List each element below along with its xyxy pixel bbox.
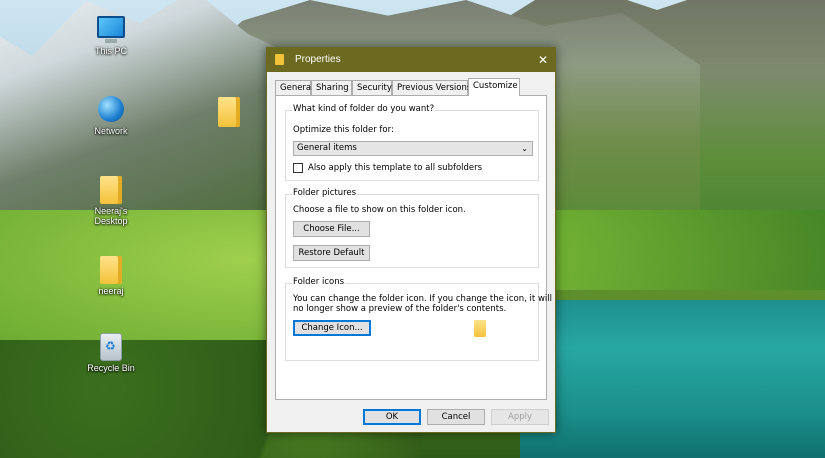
optimize-select[interactable]: General items ⌄ xyxy=(293,141,533,156)
ok-button[interactable]: OK xyxy=(363,409,421,425)
folder-icon xyxy=(275,54,284,65)
apply-button[interactable]: Apply xyxy=(491,409,549,425)
folder-icons-description-line2: no longer show a preview of the folder's… xyxy=(293,304,507,314)
group-legend: Folder icons xyxy=(292,277,346,287)
optimize-label: Optimize this folder for: xyxy=(293,125,394,135)
customize-panel: What kind of folder do you want? Optimiz… xyxy=(275,95,552,400)
optimize-selected-value: General items xyxy=(297,143,357,153)
folder-type-group: What kind of folder do you want? Optimiz… xyxy=(285,104,539,181)
desktop-icon-label: Recycle Bin xyxy=(87,363,135,373)
group-legend: Folder pictures xyxy=(292,188,358,198)
apply-subfolders-label: Also apply this template to all subfolde… xyxy=(308,163,483,173)
chevron-down-icon: ⌄ xyxy=(521,144,528,153)
folder-icons-group: Folder icons You can change the folder i… xyxy=(285,277,552,361)
cancel-button[interactable]: Cancel xyxy=(427,409,485,425)
group-legend: What kind of folder do you want? xyxy=(292,104,436,114)
tab-sharing[interactable]: Sharing xyxy=(311,80,352,95)
desktop-icon-label: neeraj xyxy=(98,286,124,296)
desktop-icon-label: This PC xyxy=(94,46,127,56)
desktop-icon-network[interactable]: Network xyxy=(83,96,139,136)
restore-default-button[interactable]: Restore Default xyxy=(293,245,370,261)
close-icon[interactable]: ✕ xyxy=(531,48,555,72)
folder-icon xyxy=(97,176,125,204)
desktop-icon-recycle-bin[interactable]: Recycle Bin xyxy=(83,333,139,373)
desktop-icon-label: Network xyxy=(94,126,128,136)
folder-icon[interactable] xyxy=(218,97,240,127)
title-bar[interactable]: Properties ✕ xyxy=(267,48,555,72)
folder-pictures-description: Choose a file to show on this folder ico… xyxy=(293,205,466,215)
apply-subfolders-checkbox[interactable] xyxy=(293,163,303,173)
choose-file-button[interactable]: Choose File... xyxy=(293,221,370,237)
user-folder-icon xyxy=(97,256,125,284)
folder-preview-icon xyxy=(474,320,486,337)
desktop-icon-neeraj-desktop[interactable]: Neeraj's Desktop xyxy=(83,176,139,226)
tab-security[interactable]: Security xyxy=(352,80,392,95)
desktop-icon-neeraj[interactable]: neeraj xyxy=(83,256,139,296)
desktop-icon-label: Neeraj's Desktop xyxy=(94,206,128,226)
change-icon-button[interactable]: Change Icon... xyxy=(293,320,371,336)
dialog-title: Properties xyxy=(295,54,341,65)
properties-dialog: Properties ✕ General Sharing Security Pr… xyxy=(266,47,556,433)
computer-icon xyxy=(97,16,125,44)
desktop-icon-this-pc[interactable]: This PC xyxy=(83,16,139,56)
tab-previous-versions[interactable]: Previous Versions xyxy=(392,80,471,95)
folder-icons-description-line1: You can change the folder icon. If you c… xyxy=(293,294,552,304)
tab-general[interactable]: General xyxy=(275,80,314,95)
recycle-bin-icon xyxy=(97,333,125,361)
folder-pictures-group: Folder pictures Choose a file to show on… xyxy=(285,188,539,268)
lake xyxy=(520,300,825,458)
network-icon xyxy=(97,96,125,124)
tab-customize[interactable]: Customize xyxy=(468,78,520,96)
